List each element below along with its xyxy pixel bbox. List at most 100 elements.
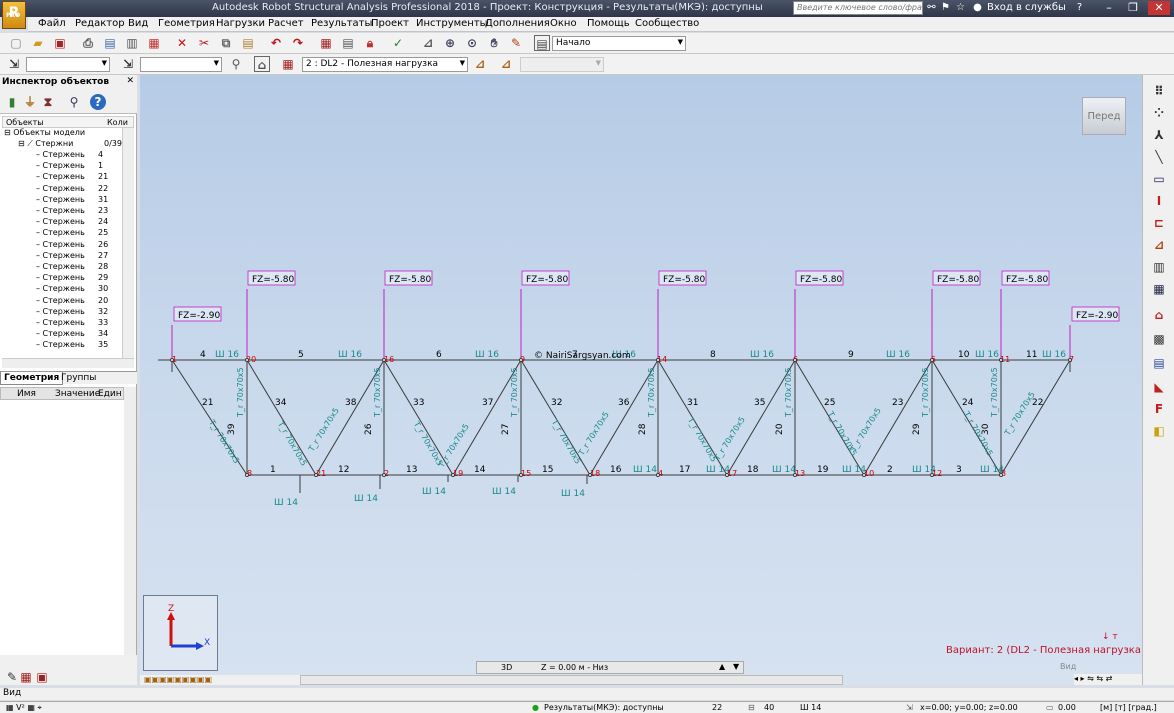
close-button[interactable]: ✕ — [1148, 1, 1170, 15]
plates-icon[interactable]: ▦ — [1151, 281, 1167, 297]
layout-select[interactable]: Начало ▼ — [552, 36, 686, 51]
open-folder-icon[interactable]: ▰ — [30, 35, 46, 51]
load-case-icon[interactable]: ◣ — [1151, 379, 1167, 395]
menu-results[interactable]: Результаты — [311, 18, 372, 29]
restore-button[interactable]: ❐ — [1122, 1, 1144, 15]
menu-window[interactable]: Окно — [550, 18, 577, 29]
menu-community[interactable]: Сообщество — [635, 18, 699, 29]
tree-node-bars[interactable]: ⊟ ⟋ Стержни — [18, 139, 73, 150]
menu-geometry[interactable]: Геометрия — [158, 18, 215, 29]
cables-icon[interactable]: ▥ — [1151, 259, 1167, 275]
delete-icon[interactable]: ✕ — [174, 35, 190, 51]
help-icon[interactable]: ? — [90, 94, 106, 110]
status-icons[interactable]: ▦ V² ▦ ⌖ — [6, 703, 42, 713]
redo-icon[interactable]: ↷ — [290, 35, 306, 51]
tree-bars-count[interactable]: 0/39 — [104, 139, 122, 150]
tree-item-bar[interactable]: – Стержень 27 — [36, 251, 108, 262]
tree-item-bar[interactable]: – Стержень 25 — [36, 228, 108, 239]
cases-list-icon[interactable]: ▦ — [280, 56, 296, 72]
paste-icon[interactable]: ▤ — [240, 35, 256, 51]
i-beam-icon[interactable]: Ⅰ — [1151, 193, 1167, 209]
filter-icon[interactable]: ⏚ — [22, 94, 38, 110]
release-icon[interactable]: ⊏ — [1151, 215, 1167, 231]
tree-vertical-scrollbar[interactable] — [122, 128, 134, 358]
tree-item-bar[interactable]: – Стержень 23 — [36, 206, 108, 217]
structure-viewport[interactable]: FZ=-2.90 FZ=-5.80 FZ=-5.80 FZ=-5.80 FZ=-5.80… — [140, 75, 1142, 685]
tree-item-bar[interactable]: – Стержень 21 — [36, 172, 108, 183]
tree-item-bar[interactable]: – Стержень 20 — [36, 296, 108, 307]
close-icon[interactable]: ✕ — [126, 76, 134, 86]
pan-icon[interactable]: ✋︎ — [486, 35, 502, 51]
calc-note-icon[interactable]: ▤ — [340, 35, 356, 51]
grid-icon[interactable]: ▦ — [18, 669, 34, 685]
tree-item-bar[interactable]: – Стержень 26 — [36, 240, 108, 251]
undo-icon[interactable]: ↶ — [268, 35, 284, 51]
tree-item-bar[interactable]: – Стержень 4 — [36, 150, 103, 161]
load-case-select[interactable]: 2 : DL2 - Полезная нагрузка ▼ — [302, 57, 468, 72]
tree-item-bar[interactable]: – Стержень 22 — [36, 184, 108, 195]
cut-icon[interactable]: ✂ — [196, 35, 212, 51]
view-nav-buttons[interactable]: ◂ ▸ ⇋ ⇆ ⇄ — [1074, 674, 1142, 685]
tree-item-bar[interactable]: – Стержень 29 — [36, 273, 108, 284]
zoom-window-icon[interactable]: ⊕ — [442, 35, 458, 51]
tree-item-bar[interactable]: – Стержень 31 — [36, 195, 108, 206]
z-level-field[interactable]: Z = 0.00 м - Низ — [541, 663, 608, 672]
tree-item-bar[interactable]: – Стержень 24 — [36, 217, 108, 228]
structure-icon[interactable]: ✓ — [390, 35, 406, 51]
tree-horizontal-scrollbar[interactable] — [2, 358, 134, 368]
hourglass-icon[interactable]: ⧗ — [40, 94, 56, 110]
tree-item-bar[interactable]: – Стержень 35 — [36, 340, 108, 351]
load-table-icon[interactable]: ⊿ — [498, 56, 514, 72]
layout-icon[interactable]: ▤ — [534, 35, 550, 51]
help-icon[interactable]: ? — [1074, 2, 1085, 14]
node-selection-field[interactable]: ▼ — [26, 57, 110, 72]
measure-icon[interactable]: ⊿ — [420, 35, 436, 51]
menu-tools[interactable]: Инструменты — [416, 18, 488, 29]
menu-file[interactable]: Файл — [38, 18, 66, 29]
section-icon[interactable]: ▭ — [1151, 171, 1167, 187]
screen-capture-icon[interactable]: ▦ — [146, 35, 162, 51]
material-icon[interactable]: ◧ — [1151, 423, 1167, 439]
display-icons[interactable]: ▣▣▣▣▣▣▣▣▣ — [144, 675, 212, 684]
tree-view-icon[interactable]: ▮ — [4, 94, 20, 110]
view-3d-button[interactable]: 3D — [501, 663, 512, 672]
preview-icon[interactable]: ▥ — [124, 35, 140, 51]
tree-item-bar[interactable]: – Стержень 32 — [36, 307, 108, 318]
arrow-down-icon[interactable]: ▼ — [733, 662, 739, 671]
bookmark-icon[interactable]: ⚑ — [940, 2, 951, 14]
tree-node-model-objects[interactable]: ⊟ Объекты модели — [4, 128, 85, 139]
book-icon[interactable]: ▤ — [102, 35, 118, 51]
tab-geometry[interactable]: Геометрия — [0, 372, 64, 385]
table-icon[interactable]: ▦ — [318, 35, 334, 51]
mesh-icon[interactable]: ▩ — [1151, 331, 1167, 347]
nodes-icon[interactable]: ⁘ — [1151, 105, 1167, 121]
login-button[interactable]: Вход в службы — [987, 2, 1066, 13]
viewcube-front[interactable]: Перед — [1082, 97, 1126, 135]
menu-analysis[interactable]: Расчет — [268, 18, 304, 29]
bar-selection-field[interactable]: ▼ — [140, 57, 222, 72]
supports-icon[interactable]: ⅄ — [1151, 127, 1167, 143]
menu-view[interactable]: Вид — [128, 18, 148, 29]
bar-icon[interactable]: ╲ — [1151, 149, 1167, 165]
load-def-icon[interactable]: F — [1151, 401, 1167, 417]
tree-item-bar[interactable]: – Стержень 1 — [36, 161, 103, 172]
filter-icon[interactable]: ⚲ — [228, 56, 244, 72]
viewport-horizontal-scrollbar[interactable] — [300, 675, 843, 685]
menu-edit[interactable]: Редактор — [75, 18, 125, 29]
grid-icon[interactable]: ⠿ — [1151, 83, 1167, 99]
tree-item-bar[interactable]: – Стержень 30 — [36, 284, 108, 295]
new-file-icon[interactable]: ▢ — [8, 35, 24, 51]
tab-groups[interactable]: Группы — [58, 372, 99, 385]
menu-help[interactable]: Помощь — [587, 18, 630, 29]
zoom-icon[interactable]: ⊙ — [464, 35, 480, 51]
menu-loads[interactable]: Нагрузки — [216, 18, 265, 29]
mode-select[interactable]: ▼ — [520, 57, 604, 72]
tree-item-bar[interactable]: – Стержень 33 — [36, 318, 108, 329]
bar-select-icon[interactable]: ⇲ — [120, 56, 136, 72]
save-icon[interactable]: ▣ — [52, 35, 68, 51]
app-logo[interactable]: R PRO — [2, 1, 26, 29]
menu-project[interactable]: Проект — [371, 18, 409, 29]
arrow-up-icon[interactable]: ▲ — [719, 662, 725, 671]
table-icon[interactable]: ▤ — [1151, 355, 1167, 371]
offsets-icon[interactable]: ⊿ — [1151, 237, 1167, 253]
